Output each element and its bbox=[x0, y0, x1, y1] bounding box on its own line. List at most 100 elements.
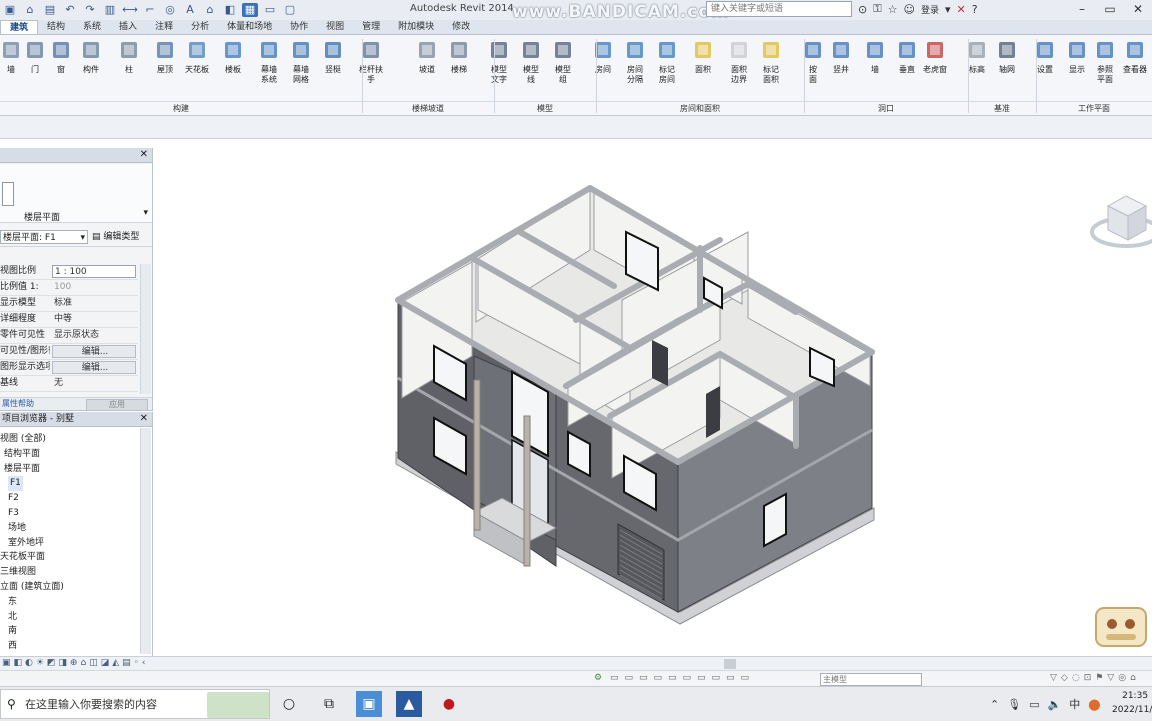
app-revit-icon[interactable]: ▣ bbox=[356, 691, 382, 717]
model-line-button[interactable]: 模型 线 bbox=[516, 39, 546, 97]
minimize-icon[interactable]: – bbox=[1068, 0, 1096, 18]
tree-item-south[interactable]: 南 bbox=[8, 624, 17, 639]
app-recorder-icon[interactable]: ● bbox=[436, 691, 462, 717]
tab-collaborate[interactable]: 协作 bbox=[281, 20, 317, 34]
search-input[interactable]: 键入关键字或短语 bbox=[706, 1, 852, 17]
room-separator-button[interactable]: 房间 分隔 bbox=[620, 39, 650, 97]
tree-floor-plans[interactable]: 楼层平面 bbox=[4, 462, 40, 477]
status-icons[interactable]: ▭▭▭▭▭▭▭▭▭▭ bbox=[610, 673, 755, 683]
mic-icon[interactable]: 🎙 bbox=[1007, 698, 1021, 711]
ceiling-button[interactable]: 天花板 bbox=[182, 39, 212, 97]
browser-scrollbar[interactable] bbox=[140, 428, 151, 654]
property-value[interactable]: 无 bbox=[52, 377, 136, 390]
volume-icon[interactable]: 🔈 bbox=[1048, 698, 1062, 711]
tab-systems[interactable]: 系统 bbox=[74, 20, 110, 34]
default-3d-icon[interactable]: ⌂ bbox=[202, 3, 218, 17]
cortana-icon[interactable]: ○ bbox=[276, 691, 302, 717]
type-selector[interactable]: 楼层平面 ▾ bbox=[0, 164, 152, 223]
wall-opening-button[interactable]: 墙 bbox=[860, 39, 890, 97]
mullion-button[interactable]: 竖梃 bbox=[318, 39, 348, 97]
3d-viewport[interactable] bbox=[153, 139, 1152, 656]
chevron-down-icon[interactable]: ▾ bbox=[945, 3, 951, 16]
tree-views-all[interactable]: 视图 (全部) bbox=[0, 432, 46, 447]
tab-structure[interactable]: 结构 bbox=[38, 20, 74, 34]
aligned-dimension-icon[interactable]: ⌐ bbox=[142, 3, 158, 17]
tree-elevations[interactable]: 立面 (建筑立面) bbox=[0, 580, 64, 595]
curtain-grid-button[interactable]: 幕墙 网格 bbox=[286, 39, 316, 97]
tree-item-north[interactable]: 北 bbox=[8, 610, 17, 625]
selection-filter-icons[interactable]: ▽◇◌⊡⚑▽◎⌂ bbox=[1050, 673, 1140, 683]
save-icon[interactable]: ▤ bbox=[42, 3, 58, 17]
property-row[interactable]: 比例值 1: 100 bbox=[0, 280, 138, 296]
redo-icon[interactable]: ↷ bbox=[82, 3, 98, 17]
column-button[interactable]: 柱 bbox=[114, 39, 144, 97]
network-icon[interactable]: ▭ bbox=[1029, 698, 1039, 711]
design-option-dropdown[interactable]: 主模型 bbox=[820, 673, 922, 686]
tab-addins[interactable]: 附加模块 bbox=[389, 20, 443, 34]
properties-scrollbar[interactable] bbox=[140, 264, 151, 394]
tree-item-f1[interactable]: F1 bbox=[8, 476, 23, 492]
area-boundary-button[interactable]: 面积 边界 bbox=[724, 39, 754, 97]
apply-button[interactable]: 应用 bbox=[86, 399, 148, 411]
property-row[interactable]: 零件可见性 显示原状态 bbox=[0, 328, 138, 344]
area-button[interactable]: 面积 bbox=[688, 39, 718, 97]
tab-modify[interactable]: 修改 bbox=[443, 20, 479, 34]
property-row[interactable]: 显示模型 标准 bbox=[0, 296, 138, 312]
property-row[interactable]: 可见性/图形替换编辑... bbox=[0, 344, 138, 360]
tab-analyze[interactable]: 分析 bbox=[182, 20, 218, 34]
property-value[interactable]: 显示原状态 bbox=[52, 329, 136, 342]
edit-type-button[interactable]: ▤ 编辑类型 bbox=[92, 230, 150, 244]
tab-massing-site[interactable]: 体量和场地 bbox=[218, 20, 281, 34]
edit-button[interactable]: 编辑... bbox=[52, 361, 136, 374]
close-hidden-icon[interactable]: ▭ bbox=[262, 3, 278, 17]
stair-button[interactable]: 楼梯 bbox=[444, 39, 474, 97]
property-value[interactable]: 标准 bbox=[52, 297, 136, 310]
worksets-icon[interactable]: ⚙ bbox=[594, 673, 602, 683]
show-button[interactable]: 显示 bbox=[1062, 39, 1092, 97]
switch-windows-icon[interactable]: ▢ bbox=[282, 3, 298, 17]
chevron-down-icon[interactable]: ▾ bbox=[143, 208, 148, 218]
instance-selector[interactable]: 楼层平面: F1 ▾ bbox=[0, 230, 88, 244]
vertical-opening-button[interactable]: 垂直 bbox=[892, 39, 922, 97]
tree-item-f3[interactable]: F3 bbox=[8, 506, 19, 521]
property-row[interactable]: 视图比例 1 : 100 bbox=[0, 264, 138, 280]
star-icon[interactable]: ☆ bbox=[888, 3, 898, 16]
viewer-button[interactable]: 查看器 bbox=[1120, 39, 1150, 97]
undo-icon[interactable]: ↶ bbox=[62, 3, 78, 17]
binoculars-icon[interactable]: ⊙ bbox=[858, 3, 867, 16]
view-control-icons[interactable]: ▣◧◐☀◩◨⊕⌂◫◪◭▤◦‹ bbox=[2, 658, 149, 668]
thin-lines-icon[interactable]: ▦ bbox=[242, 3, 258, 17]
view-cube[interactable] bbox=[1086, 188, 1152, 260]
task-view-icon[interactable]: ⧉ bbox=[316, 691, 342, 717]
tab-architecture[interactable]: 建筑 bbox=[0, 20, 39, 34]
window-button[interactable]: 窗 bbox=[46, 39, 76, 97]
shaft-button[interactable]: 竖井 bbox=[826, 39, 856, 97]
close-icon[interactable]: ✕ bbox=[140, 148, 148, 162]
taskbar-search[interactable]: ⚲ 在这里输入你要搜索的内容 bbox=[0, 689, 270, 719]
clock[interactable]: 21:35 2022/11/1 bbox=[1112, 689, 1152, 717]
roof-button[interactable]: 屋顶 bbox=[150, 39, 180, 97]
tab-annotate[interactable]: 注释 bbox=[146, 20, 182, 34]
component-button[interactable]: 构件 bbox=[76, 39, 106, 97]
floor-button[interactable]: 楼板 bbox=[218, 39, 248, 97]
tree-item-east[interactable]: 东 bbox=[8, 595, 17, 610]
tree-item-site[interactable]: 场地 bbox=[8, 521, 26, 536]
tree-ceiling-plans[interactable]: 天花板平面 bbox=[0, 550, 45, 565]
model-text-button[interactable]: 模型 文字 bbox=[484, 39, 514, 97]
text-icon[interactable]: A bbox=[182, 3, 198, 17]
edit-button[interactable]: 编辑... bbox=[52, 345, 136, 358]
subscription-icon[interactable]: ⚿ bbox=[873, 2, 881, 16]
chevron-up-icon[interactable]: ⌃ bbox=[990, 698, 999, 711]
measure-icon[interactable]: ⟷ bbox=[122, 3, 138, 17]
maximize-icon[interactable]: ▭ bbox=[1096, 0, 1124, 18]
print-icon[interactable]: ▥ bbox=[102, 3, 118, 17]
railing-button[interactable]: 栏杆扶手 bbox=[356, 39, 386, 97]
tree-structural-plans[interactable]: 结构平面 bbox=[4, 447, 40, 462]
tab-manage[interactable]: 管理 bbox=[353, 20, 389, 34]
close-icon[interactable]: ✕ bbox=[140, 412, 148, 426]
tree-item-west[interactable]: 西 bbox=[8, 639, 17, 654]
exchange-icon[interactable]: ✕ bbox=[956, 3, 965, 16]
property-value[interactable]: 中等 bbox=[52, 313, 136, 326]
dormer-button[interactable]: 老虎窗 bbox=[920, 39, 950, 97]
app-gallery-icon[interactable]: ▲ bbox=[396, 691, 422, 717]
